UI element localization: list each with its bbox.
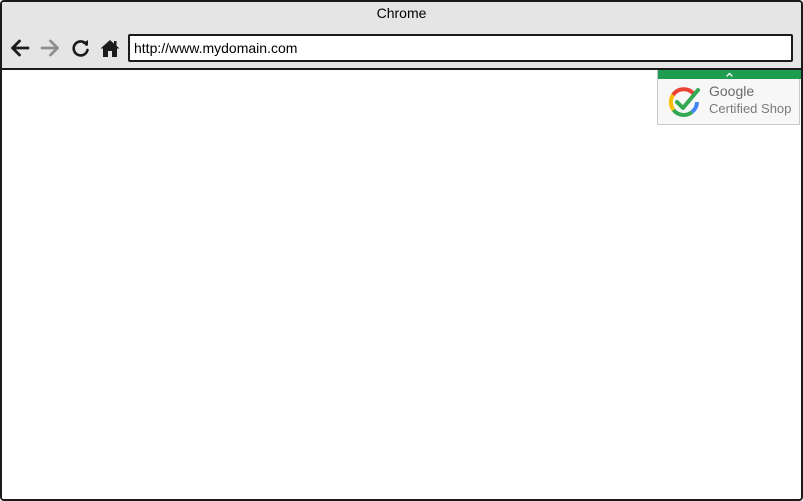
- reload-icon: [72, 40, 89, 57]
- forward-button[interactable]: [38, 37, 62, 59]
- home-button[interactable]: [98, 37, 122, 59]
- badge-subtitle: Certified Shop: [709, 101, 792, 116]
- google-check-icon: [668, 87, 700, 117]
- home-icon: [100, 39, 120, 57]
- back-arrow-icon: [11, 39, 30, 57]
- page-content: Google Certified Shop: [2, 70, 801, 499]
- forward-arrow-icon: [40, 39, 59, 57]
- badge-collapse-bar[interactable]: [658, 70, 801, 79]
- google-certified-shop-badge[interactable]: Google Certified Shop: [657, 70, 801, 125]
- reload-button[interactable]: [69, 37, 93, 59]
- url-input[interactable]: [130, 36, 791, 60]
- badge-title: Google: [709, 83, 755, 99]
- browser-toolbar: Chrome: [2, 2, 801, 70]
- back-button[interactable]: [8, 37, 32, 59]
- address-bar[interactable]: [128, 34, 793, 62]
- chevron-up-icon: [658, 70, 801, 79]
- window-title: Chrome: [376, 5, 427, 21]
- browser-window: Chrome http://www.mydomain.com Google Ce…: [0, 0, 803, 501]
